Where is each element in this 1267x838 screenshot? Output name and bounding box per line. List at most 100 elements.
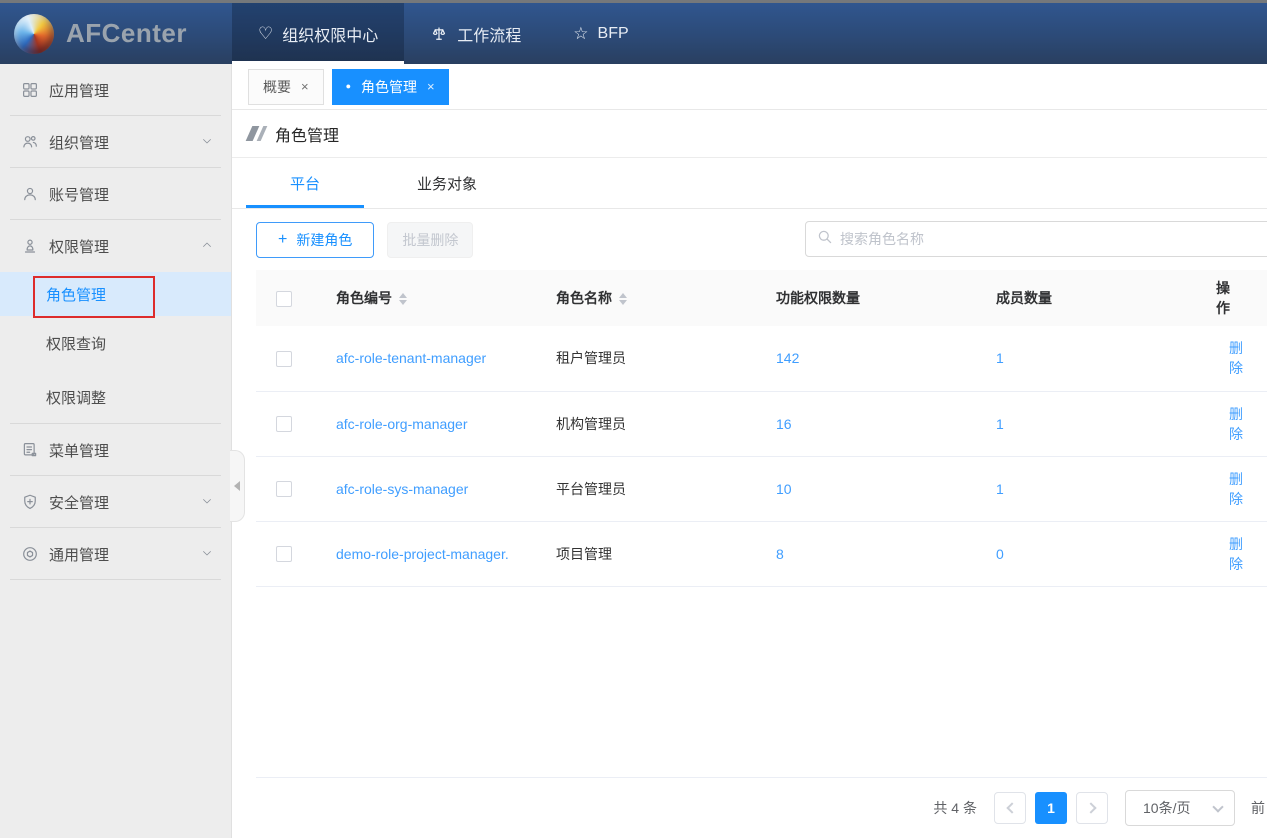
delete-link[interactable]: 删除: [1229, 340, 1243, 376]
column-label: 角色编号: [336, 290, 392, 306]
sidebar-item-menu-management[interactable]: 菜单管理: [0, 424, 231, 476]
sidebar-item-permission-management[interactable]: 权限管理: [0, 220, 231, 272]
row-checkbox[interactable]: [276, 351, 292, 367]
sidebar: 应用管理 组织管理 账号管: [0, 64, 232, 838]
sort-icon[interactable]: [399, 293, 407, 305]
page-tabs: 概要 × ● 角色管理 ×: [232, 64, 1267, 110]
delete-link[interactable]: 删除: [1229, 406, 1243, 442]
heart-icon: ♡: [258, 25, 273, 42]
topnav-label: 工作流程: [457, 22, 521, 46]
pagination: 共 4 条 1 10条/页 前: [256, 777, 1267, 838]
plus-icon: +: [278, 231, 287, 249]
sidebar-item-permission-adjust[interactable]: 权限调整: [0, 370, 231, 424]
column-header-role-name[interactable]: 角色名称: [536, 270, 756, 326]
chevron-left-icon: [1006, 802, 1017, 813]
chevron-down-icon: [201, 546, 213, 563]
column-label: 角色名称: [556, 290, 612, 306]
sidebar-collapse-handle[interactable]: [230, 450, 245, 522]
sidebar-item-account-management[interactable]: 账号管理: [0, 168, 231, 220]
perm-count-link[interactable]: 16: [776, 416, 792, 432]
row-checkbox[interactable]: [276, 416, 292, 432]
topnav-item-workflow[interactable]: 工作流程: [404, 3, 547, 64]
role-name-cell: 租户管理员: [536, 326, 756, 391]
tab-label: 概要: [263, 77, 291, 97]
tab-role-management[interactable]: ● 角色管理 ×: [332, 69, 449, 105]
member-count-link[interactable]: 1: [996, 350, 1004, 366]
brand-title: AFCenter: [66, 18, 187, 49]
active-dot-icon: ●: [346, 82, 351, 91]
perm-count-link[interactable]: 8: [776, 546, 784, 562]
close-icon[interactable]: ×: [301, 79, 309, 94]
permission-icon: [20, 237, 40, 255]
page-size-select[interactable]: 10条/页: [1125, 790, 1235, 826]
sidebar-item-label: 角色管理: [46, 284, 106, 305]
delete-link[interactable]: 删除: [1229, 471, 1243, 507]
sidebar-item-general-management[interactable]: 通用管理: [0, 528, 231, 580]
button-label: 批量删除: [402, 230, 458, 250]
page-size-value: 10条/页: [1143, 798, 1190, 818]
tab-label: 平台: [290, 173, 320, 194]
role-name-cell: 项目管理: [536, 521, 756, 586]
chevron-right-icon: [1085, 802, 1096, 813]
page-title: 角色管理: [275, 122, 339, 146]
topnav-item-bfp[interactable]: ☆ BFP: [547, 3, 654, 64]
sidebar-item-app-management[interactable]: 应用管理: [0, 64, 231, 116]
tab-business-object[interactable]: 业务对象: [372, 158, 522, 208]
button-label: 新建角色: [296, 230, 352, 250]
search-box: [805, 221, 1267, 257]
page-header: 角色管理: [232, 110, 1267, 158]
topnav-item-org-permission-center[interactable]: ♡ 组织权限中心: [232, 3, 404, 64]
table-row: afc-role-org-manager 机构管理员 16 1 删除: [256, 391, 1267, 456]
goto-label: 前: [1251, 798, 1265, 818]
prev-page-button[interactable]: [994, 792, 1026, 824]
delete-link[interactable]: 删除: [1229, 536, 1243, 572]
member-count-link[interactable]: 1: [996, 416, 1004, 432]
title-slashes-icon: [249, 126, 264, 141]
sidebar-item-label: 安全管理: [49, 492, 109, 513]
sidebar-item-label: 权限查询: [46, 333, 106, 354]
table-row: afc-role-tenant-manager 租户管理员 142 1 删除: [256, 326, 1267, 391]
member-count-link[interactable]: 1: [996, 481, 1004, 497]
tab-platform[interactable]: 平台: [246, 158, 364, 208]
perm-count-link[interactable]: 142: [776, 350, 799, 366]
sidebar-item-org-management[interactable]: 组织管理: [0, 116, 231, 168]
column-label: 成员数量: [996, 290, 1052, 306]
sidebar-item-label: 通用管理: [49, 544, 109, 565]
perm-count-link[interactable]: 10: [776, 481, 792, 497]
column-header-role-id[interactable]: 角色编号: [316, 270, 536, 326]
sidebar-item-label: 应用管理: [49, 80, 109, 101]
role-name-cell: 机构管理员: [536, 391, 756, 456]
sidebar-item-permission-query[interactable]: 权限查询: [0, 316, 231, 370]
toolbar: + 新建角色 批量删除: [232, 209, 1267, 270]
role-id-link[interactable]: afc-role-tenant-manager: [336, 350, 486, 366]
tab-label: 业务对象: [417, 173, 477, 194]
member-count-link[interactable]: 0: [996, 546, 1004, 562]
table-row: afc-role-sys-manager 平台管理员 10 1 删除: [256, 456, 1267, 521]
brand: AFCenter: [0, 3, 232, 64]
tab-overview[interactable]: 概要 ×: [248, 69, 324, 105]
sidebar-item-role-management[interactable]: 角色管理: [0, 272, 231, 316]
next-page-button[interactable]: [1076, 792, 1108, 824]
search-input[interactable]: [840, 231, 1267, 247]
role-id-link[interactable]: afc-role-sys-manager: [336, 481, 468, 497]
role-id-link[interactable]: demo-role-project-manager.: [336, 546, 509, 562]
sidebar-item-security-management[interactable]: 安全管理: [0, 476, 231, 528]
chevron-down-icon: [201, 134, 213, 151]
people-icon: [20, 133, 40, 151]
close-icon[interactable]: ×: [427, 79, 435, 94]
batch-delete-button[interactable]: 批量删除: [387, 222, 473, 258]
table-header-row: 角色编号 角色名称 功能权限数量 成员数量 操作: [256, 270, 1267, 326]
settings-icon: [20, 545, 40, 563]
page-number-button[interactable]: 1: [1035, 792, 1067, 824]
chevron-down-icon: [201, 494, 213, 511]
sort-icon[interactable]: [619, 293, 627, 305]
top-navbar: AFCenter ♡ 组织权限中心 工作流程 ☆ BFP: [0, 0, 1267, 64]
row-checkbox[interactable]: [276, 481, 292, 497]
select-all-checkbox[interactable]: [276, 291, 292, 307]
row-checkbox[interactable]: [276, 546, 292, 562]
app-logo: [14, 14, 54, 54]
new-role-button[interactable]: + 新建角色: [256, 222, 374, 258]
column-header-actions: 操作: [1196, 270, 1267, 326]
role-id-link[interactable]: afc-role-org-manager: [336, 416, 468, 432]
column-header-member-count: 成员数量: [976, 270, 1196, 326]
